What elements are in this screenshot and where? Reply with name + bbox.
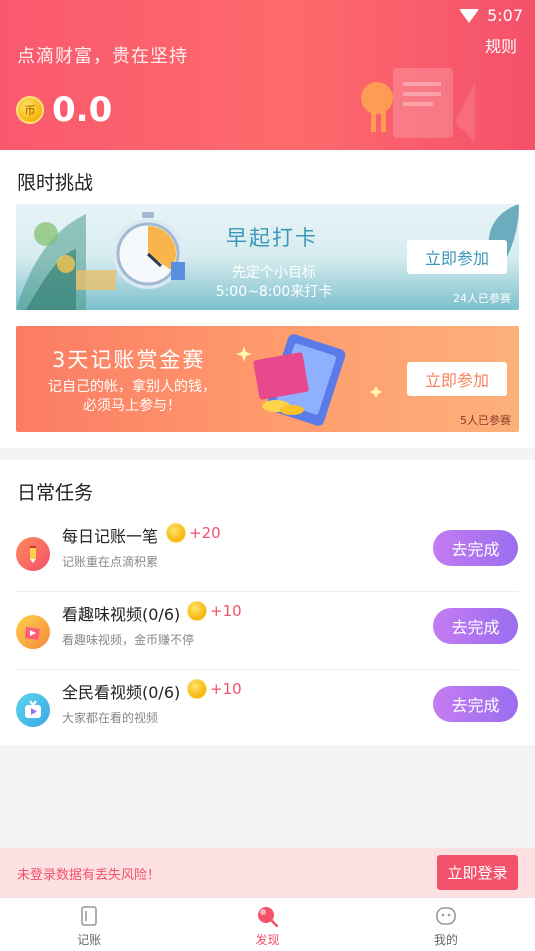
participant-count: 24人已参赛 (453, 292, 511, 305)
smiley-face-icon (436, 907, 456, 925)
task-reward: +20 (166, 523, 221, 543)
coin-icon: 币 (16, 96, 44, 124)
task-item: 每日记账一笔 +20 记账重在点滴积累 去完成 (0, 515, 535, 592)
task-item: 全民看视频(0/6) +10 大家都在看的视频 去完成 (0, 671, 535, 748)
task-reward: +10 (187, 601, 242, 621)
join-button[interactable]: 立即参加 (407, 240, 507, 274)
section-title: 日常任务 (17, 482, 94, 504)
tv-icon (16, 693, 50, 727)
balance-value: 0.0 (52, 90, 113, 130)
phone-money-illustration (236, 334, 382, 426)
discover-icon (258, 907, 279, 927)
coin-icon (187, 679, 207, 699)
early-rise-banner[interactable]: 早起打卡 先定个小目标 5:00~8:00来打卡 立即参加 24人已参赛 (16, 204, 519, 310)
complete-task-button[interactable]: 去完成 (433, 608, 518, 644)
divider (16, 669, 519, 670)
banner-title: 3天记账赏金赛 (52, 348, 206, 372)
challenge-section: 限时挑战 早起打卡 先定个小目标 5:00~8:00来打卡 立即参加 24人已参… (0, 150, 535, 448)
section-title: 限时挑战 (17, 172, 94, 194)
bookkeeping-contest-banner[interactable]: 3天记账赏金赛 记自己的帐，拿别人的钱， 必须马上参与！ 立即参加 5人已参赛 (16, 326, 519, 432)
task-reward: +10 (187, 679, 242, 699)
video-icon (16, 615, 50, 649)
bottom-nav: 记账 发现 我的 (0, 897, 535, 951)
login-warning-text: 未登录数据有丢失风险！ (17, 868, 161, 883)
complete-task-button[interactable]: 去完成 (433, 530, 518, 566)
coin-icon (166, 523, 186, 543)
coin-balance: 币 0.0 (16, 90, 112, 130)
complete-task-button[interactable]: 去完成 (433, 686, 518, 722)
task-name: 每日记账一笔 (62, 527, 159, 546)
wifi-icon (459, 8, 480, 23)
header: 5:07 点滴财富，贵在坚持 规则 币 0.0 (0, 0, 535, 150)
rules-link[interactable]: 规则 (485, 33, 517, 57)
login-warning-bar: 未登录数据有丢失风险！ 立即登录 (0, 848, 535, 897)
status-bar: 5:07 (459, 6, 523, 25)
early-rise-illustration (16, 212, 185, 310)
nav-label: 我的 (433, 933, 458, 947)
nav-item-profile[interactable]: 我的 (357, 898, 535, 951)
pencil-icon (16, 537, 50, 571)
divider (16, 591, 519, 592)
nav-label: 发现 (255, 933, 280, 947)
banner-subtitle: 记自己的帐，拿别人的钱， 必须马上参与！ (48, 379, 216, 414)
daily-tasks-section: 日常任务 每日记账一笔 +20 记账重在点滴积累 去完成 看趣味视频(0/6) … (0, 460, 535, 745)
task-item: 看趣味视频(0/6) +10 看趣味视频，金币赚不停 去完成 (0, 593, 535, 670)
piggy-bank-illustration (361, 68, 475, 142)
notebook-icon (81, 906, 97, 926)
status-time: 5:07 (487, 6, 523, 25)
nav-item-bookkeeping[interactable]: 记账 (0, 898, 178, 951)
task-name: 全民看视频(0/6) (62, 683, 181, 702)
header-slogan: 点滴财富，贵在坚持 (17, 46, 188, 67)
coin-icon (187, 601, 207, 621)
banner-title: 早起打卡 (226, 226, 318, 250)
task-description: 看趣味视频，金币赚不停 (62, 633, 195, 647)
banner-subtitle: 先定个小目标 5:00~8:00来打卡 (215, 265, 333, 300)
task-description: 记账重在点滴积累 (62, 555, 159, 569)
join-button[interactable]: 立即参加 (407, 362, 507, 396)
task-name: 看趣味视频(0/6) (62, 605, 181, 624)
nav-label: 记账 (77, 933, 102, 947)
participant-count: 5人已参赛 (460, 414, 511, 427)
login-button[interactable]: 立即登录 (437, 855, 518, 890)
nav-item-discover[interactable]: 发现 (178, 898, 356, 951)
task-description: 大家都在看的视频 (62, 711, 159, 725)
